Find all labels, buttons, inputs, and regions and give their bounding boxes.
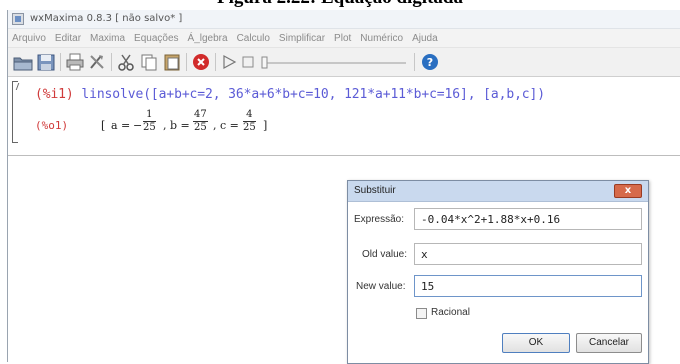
slider-icon[interactable] — [260, 52, 410, 72]
wxmaxima-window: wxMaxima 0.8.3 [ não salvo* ] Arquivo Ed… — [7, 10, 680, 364]
output-a-denominator: 25 — [143, 122, 156, 133]
figure-caption: Figura 2.22: Equação digitada — [0, 0, 680, 10]
output-b-fraction: 47 25 — [193, 109, 208, 134]
rational-label: Racional — [431, 307, 470, 318]
interrupt-icon[interactable] — [191, 52, 211, 72]
open-icon[interactable] — [12, 52, 34, 72]
cell-bracket[interactable] — [12, 81, 18, 143]
menu-equacoes[interactable]: Equações — [134, 33, 178, 44]
substitute-dialog: Substituir x Expressão: -0.04*x^2+1.88*x… — [347, 180, 649, 364]
app-icon — [12, 13, 24, 25]
preferences-icon[interactable] — [87, 52, 107, 72]
svg-text:?: ? — [427, 56, 433, 69]
output-b-label: , b = — [163, 119, 190, 132]
menu-calculo[interactable]: Calculo — [237, 33, 270, 44]
menu-numerico[interactable]: Numérico — [360, 33, 403, 44]
play-icon[interactable] — [220, 52, 238, 72]
menu-ajuda[interactable]: Ajuda — [412, 33, 438, 44]
help-icon[interactable]: ? — [420, 52, 440, 72]
old-value-label: Old value: — [362, 249, 408, 260]
ok-button[interactable]: OK — [502, 333, 570, 353]
menu-simplificar[interactable]: Simplificar — [279, 33, 325, 44]
output-a-numerator: 1 — [143, 109, 156, 122]
figure-caption-text: Figura 2.22: Equação digitada — [0, 0, 680, 9]
cell-divider — [8, 155, 680, 156]
toolbar: ? — [8, 48, 680, 77]
paste-icon[interactable] — [162, 52, 182, 72]
output-c-denominator: 25 — [243, 122, 256, 133]
dialog-title: Substituir — [354, 185, 396, 196]
rational-checkbox[interactable] — [416, 308, 427, 319]
output-a-fraction: 1 25 — [143, 109, 156, 134]
output-open-bracket: [ — [101, 119, 106, 132]
window-title: wxMaxima 0.8.3 [ não salvo* ] — [30, 13, 183, 24]
output-c-fraction: 4 25 — [243, 109, 256, 134]
menu-maxima[interactable]: Maxima — [90, 33, 125, 44]
new-value-input[interactable]: 15 — [414, 275, 642, 297]
output-b-denominator: 25 — [194, 122, 207, 133]
expression-input[interactable]: -0.04*x^2+1.88*x+0.16 — [414, 208, 642, 230]
save-icon[interactable] — [36, 52, 56, 72]
output-a-sign: − — [133, 119, 143, 132]
dialog-title-bar: Substituir x — [348, 181, 648, 202]
cut-icon[interactable] — [116, 52, 136, 72]
menu-bar: Arquivo Editar Maxima Equações Á_lgebra … — [8, 29, 680, 48]
output-b-numerator: 47 — [193, 109, 208, 122]
output-c-numerator: 4 — [243, 109, 256, 122]
expression-label: Expressão: — [354, 214, 405, 225]
cancel-button[interactable]: Cancelar — [576, 333, 642, 353]
input-line[interactable]: (%i1) linsolve([a+b+c=2, 36*a+6*b+c=10, … — [35, 87, 545, 102]
old-value-input[interactable]: x — [414, 243, 642, 265]
input-code[interactable]: linsolve([a+b+c=2, 36*a+6*b+c=10, 121*a+… — [81, 87, 545, 102]
menu-arquivo[interactable]: Arquivo — [12, 33, 46, 44]
output-a-label: a = — [111, 119, 131, 132]
menu-algebra[interactable]: Á_lgebra — [188, 33, 228, 44]
input-prompt: (%i1) — [35, 87, 74, 102]
print-icon[interactable] — [65, 52, 85, 72]
title-bar: wxMaxima 0.8.3 [ não salvo* ] — [8, 10, 680, 29]
menu-plot[interactable]: Plot — [334, 33, 351, 44]
copy-icon[interactable] — [139, 52, 159, 72]
new-value-label: New value: — [356, 281, 406, 292]
output-close-bracket: ] — [263, 119, 268, 132]
menu-editar[interactable]: Editar — [55, 33, 81, 44]
output-c-label: , c = — [213, 119, 239, 132]
output-prompt: (%o1) — [35, 119, 69, 132]
close-icon[interactable]: x — [614, 184, 642, 198]
cell-caret — [15, 83, 26, 90]
stop-icon[interactable] — [240, 52, 256, 72]
